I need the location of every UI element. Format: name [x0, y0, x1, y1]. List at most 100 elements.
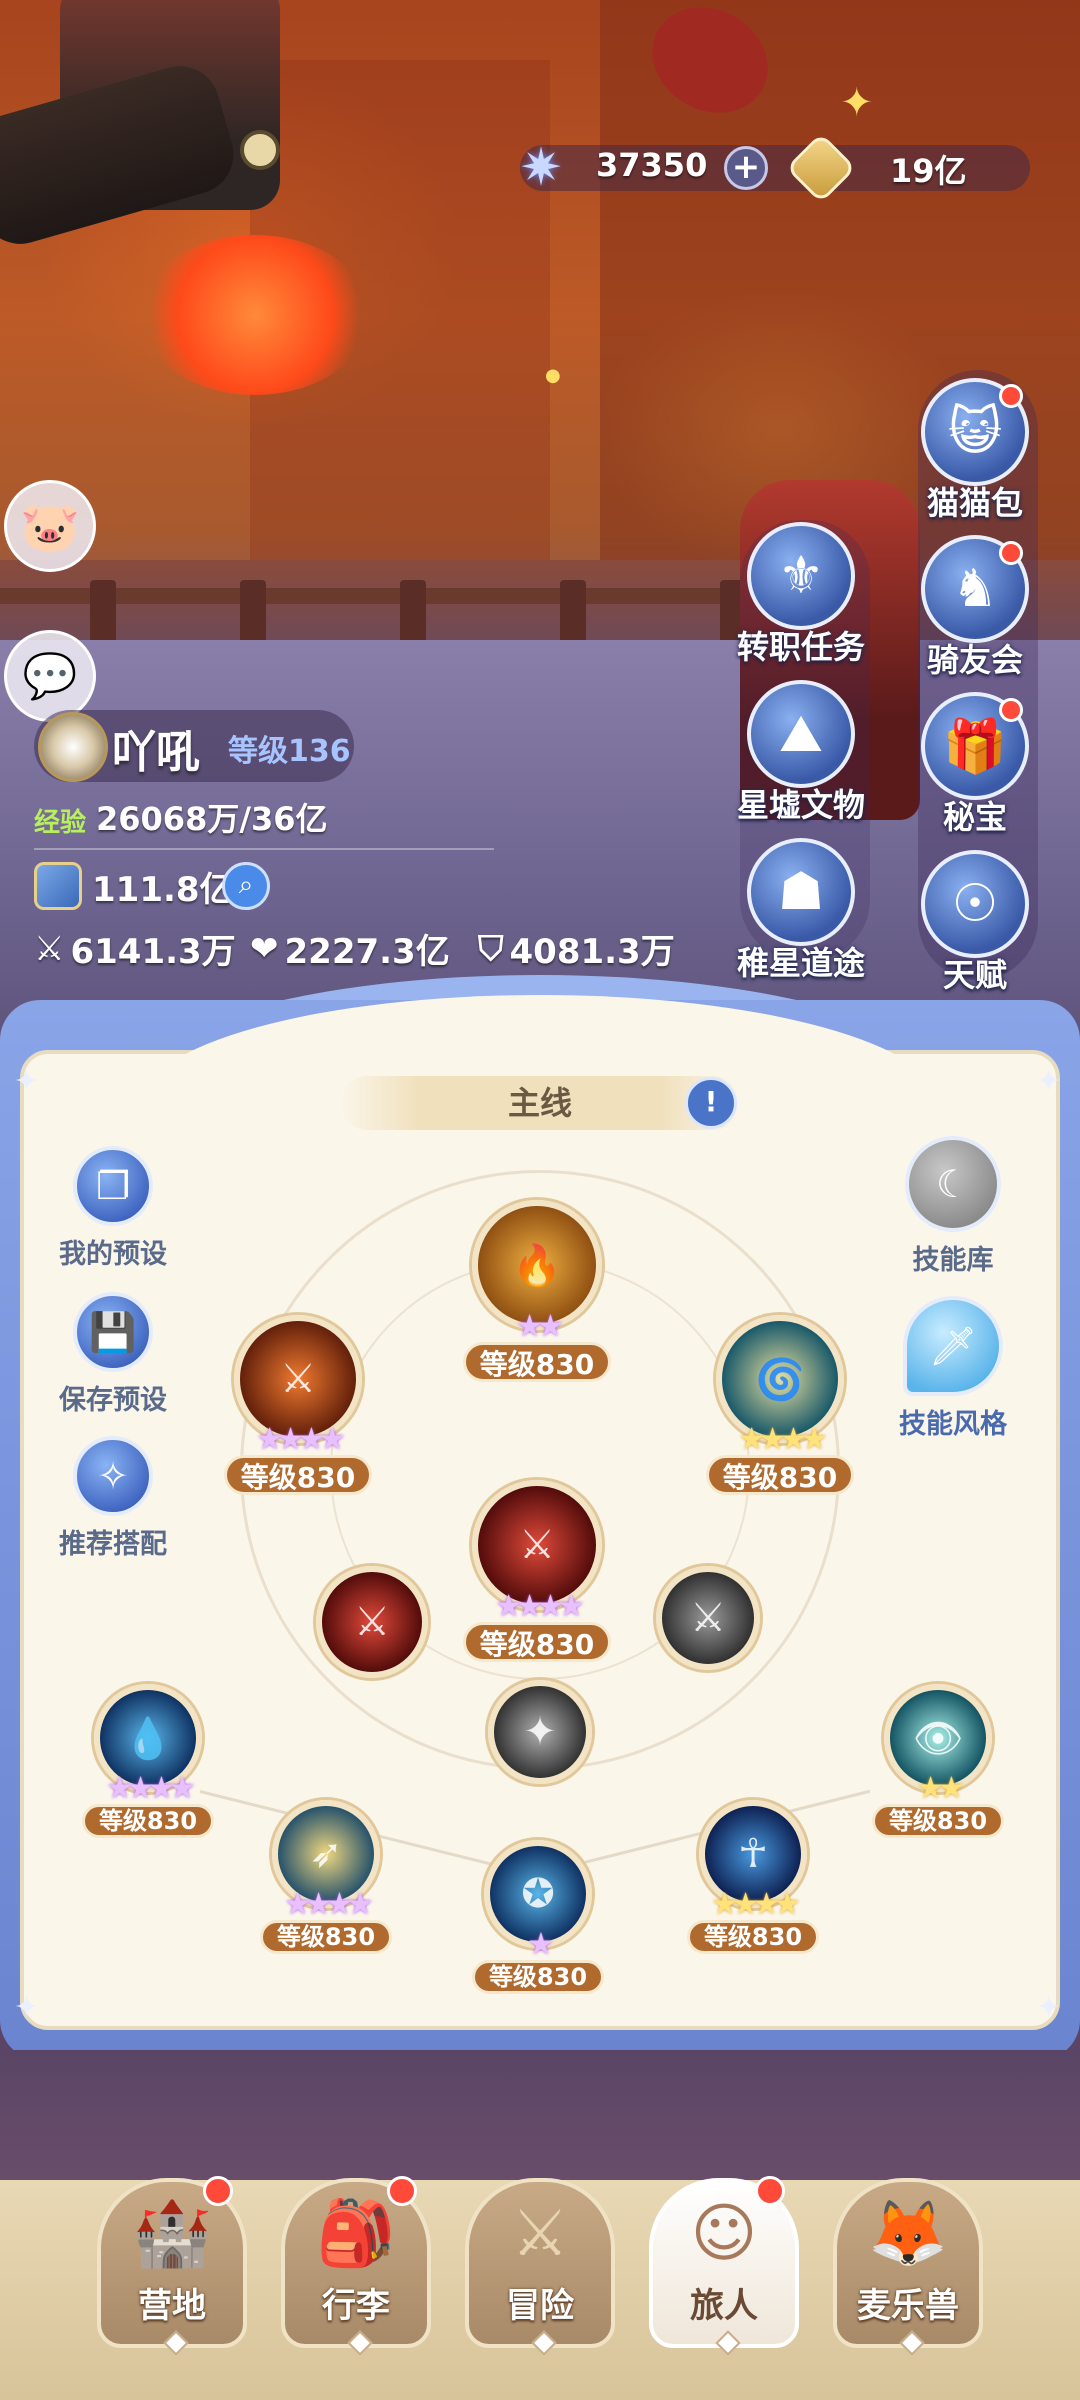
nav-tab-camp[interactable]: 🏰 营地	[92, 2176, 252, 2368]
nav-backdrop	[0, 2050, 1080, 2190]
skill-level: 等级830	[259, 1920, 393, 1954]
notification-dot	[387, 2176, 417, 2206]
cat-bag-icon: 😺	[921, 378, 1029, 486]
skill-stars: ★	[527, 1927, 555, 1962]
skill-slot-lower-right[interactable]: ☥ ★★★★ 等级830	[683, 1800, 823, 1954]
notification-dot	[999, 541, 1023, 565]
skill-level: 等级830	[471, 1960, 605, 1994]
exp-label: 经验	[34, 808, 87, 838]
star-gem-icon: ✷	[519, 138, 563, 198]
my-preset-label: 我的预设	[59, 1239, 167, 1270]
skill-slot-center[interactable]: ⚔ ★★★★ 等级830	[462, 1480, 612, 1662]
skill-stars: ★★★★	[106, 1771, 196, 1806]
fox-face-icon: 🦊	[868, 2197, 948, 2271]
combat-power-value: 111.8亿	[92, 870, 234, 910]
rider-club-button[interactable]: ♞ 骑友会	[900, 535, 1050, 681]
corner-ornament-icon: ✦	[14, 1064, 40, 1099]
cannon	[0, 56, 243, 254]
player-level: 等级136	[228, 734, 351, 769]
nav-tab-label: 营地	[138, 2286, 206, 2326]
skill-slot-lower-left[interactable]: ➶ ★★★★ 等级830	[256, 1800, 396, 1954]
save-preset-button[interactable]: 💾 保存预设	[38, 1292, 188, 1417]
cat-bag-button[interactable]: 😺 猫猫包	[900, 378, 1050, 524]
hooded-figure-icon: ☗	[747, 838, 855, 946]
passive-slot-right[interactable]: ⚔	[648, 1566, 768, 1670]
passive-slot-left[interactable]: ⚔	[312, 1566, 432, 1678]
skill-slot-upper-left[interactable]: ⚔ ★★★★ 等级830	[218, 1315, 378, 1495]
skill-slot-top[interactable]: 🔥 ★★ 等级830	[462, 1200, 612, 1382]
skill-stars: ★★★★	[711, 1887, 801, 1922]
heart-icon: ❤	[250, 928, 279, 969]
traveler-portrait-icon: ☺	[690, 2197, 758, 2271]
skill-stars: ★★★★	[256, 1422, 346, 1457]
skill-level: 等级830	[686, 1920, 820, 1954]
red-blades-passive-icon: ⚔	[316, 1566, 428, 1678]
skill-stars: ★★	[516, 1309, 564, 1344]
magnifier-icon: ⌕	[238, 870, 254, 900]
attack-value: 6141.3万	[70, 932, 236, 972]
skill-slot-bottom[interactable]: ✪ ★ 等级830	[468, 1840, 608, 1994]
crossed-swords-icon: ⚔	[511, 2197, 569, 2271]
skill-level: 等级830	[462, 1342, 612, 1382]
nav-tab-luggage[interactable]: 🎒 行李	[276, 2176, 436, 2368]
explosion-effect	[140, 235, 370, 395]
skill-slot-right-far[interactable]: 👁 ★★ 等级830	[868, 1684, 1008, 1838]
pet-face-button[interactable]: 🐷	[4, 480, 96, 572]
corner-ornament-icon: ✦	[1036, 1990, 1062, 2025]
skill-level: 等级830	[81, 1804, 215, 1838]
skill-style-button[interactable]: 🗡 技能风格	[878, 1296, 1028, 1441]
talent-button[interactable]: ☉ 天赋	[900, 850, 1050, 996]
notification-dot	[755, 2176, 785, 2206]
nav-tab-traveler[interactable]: ☺ 旅人	[644, 2176, 804, 2368]
notification-dot	[999, 698, 1023, 722]
treasure-chest-icon: 🎁	[921, 692, 1029, 800]
tab-diamond-ornament	[347, 2330, 373, 2356]
skill-stars: ★★★★	[284, 1887, 374, 1922]
skill-library-button[interactable]: ☾ 技能库	[878, 1136, 1028, 1277]
secret-treasure-button[interactable]: 🎁 秘宝	[900, 692, 1050, 838]
skill-level: 等级830	[223, 1455, 373, 1495]
save-preset-label: 保存预设	[59, 1385, 167, 1416]
brain-head-icon: ☉	[921, 850, 1029, 958]
skill-slot-upper-right[interactable]: 🌀 ★★★★ 等级830	[700, 1315, 860, 1495]
corner-ornament-icon: ✦	[14, 1990, 40, 2025]
skill-slot-left-far[interactable]: 💧 ★★★★ 等级830	[78, 1684, 218, 1838]
corner-ornament-icon: ✦	[1036, 1064, 1062, 1099]
shield-icon: ⛉	[478, 928, 504, 969]
skill-style-label: 技能风格	[899, 1409, 1007, 1440]
nav-tab-label: 旅人	[690, 2286, 758, 2326]
passive-slot-bottom[interactable]: ✦	[480, 1680, 600, 1784]
save-disk-icon: 💾	[73, 1292, 153, 1372]
player-emblem-icon[interactable]	[38, 712, 108, 782]
skill-level: 等级830	[705, 1455, 855, 1495]
gold-count: 19亿	[890, 152, 967, 190]
nav-tab-label: 麦乐兽	[857, 2286, 959, 2326]
skill-level: 等级830	[871, 1804, 1005, 1838]
defense-stat: ⛉ 4081.3万	[478, 924, 675, 973]
panel-title: 主线	[340, 1076, 740, 1130]
class-quest-button[interactable]: ⚜ 转职任务	[726, 522, 876, 668]
my-preset-button[interactable]: ❐ 我的预设	[38, 1146, 188, 1271]
nav-tab-adventure[interactable]: ⚔ 冒险	[460, 2178, 620, 2368]
skill-stars: ★★★★	[495, 1589, 585, 1624]
star-path-button[interactable]: ☗ 稚星道途	[726, 838, 876, 984]
skill-stars: ★★	[917, 1771, 965, 1806]
tab-diamond-ornament	[899, 2330, 925, 2356]
horse-icon: ♞	[921, 535, 1029, 643]
chat-button[interactable]: 💬	[4, 630, 96, 722]
chat-bubbles-icon: 💬	[22, 651, 78, 702]
power-detail-button[interactable]: ⌕	[222, 862, 270, 910]
skill-library-label: 技能库	[912, 1245, 994, 1276]
add-currency-button[interactable]: +	[724, 146, 768, 190]
exp-value: 26068万/36亿	[96, 800, 328, 838]
pig-face-icon: 🐷	[20, 498, 80, 555]
quest-book-icon[interactable]: !	[685, 1077, 737, 1129]
star-ruins-button[interactable]: ⛰ 星墟文物	[726, 680, 876, 826]
recommend-button[interactable]: ✧ 推荐搭配	[38, 1436, 188, 1561]
combat-power-icon	[34, 862, 82, 910]
crossed-swords-icon: ⚔	[34, 928, 65, 969]
hp-value: 2227.3亿	[284, 932, 450, 972]
defense-value: 4081.3万	[509, 932, 675, 972]
nav-tab-pet[interactable]: 🦊 麦乐兽	[828, 2178, 988, 2368]
skill-level: 等级830	[462, 1622, 612, 1662]
